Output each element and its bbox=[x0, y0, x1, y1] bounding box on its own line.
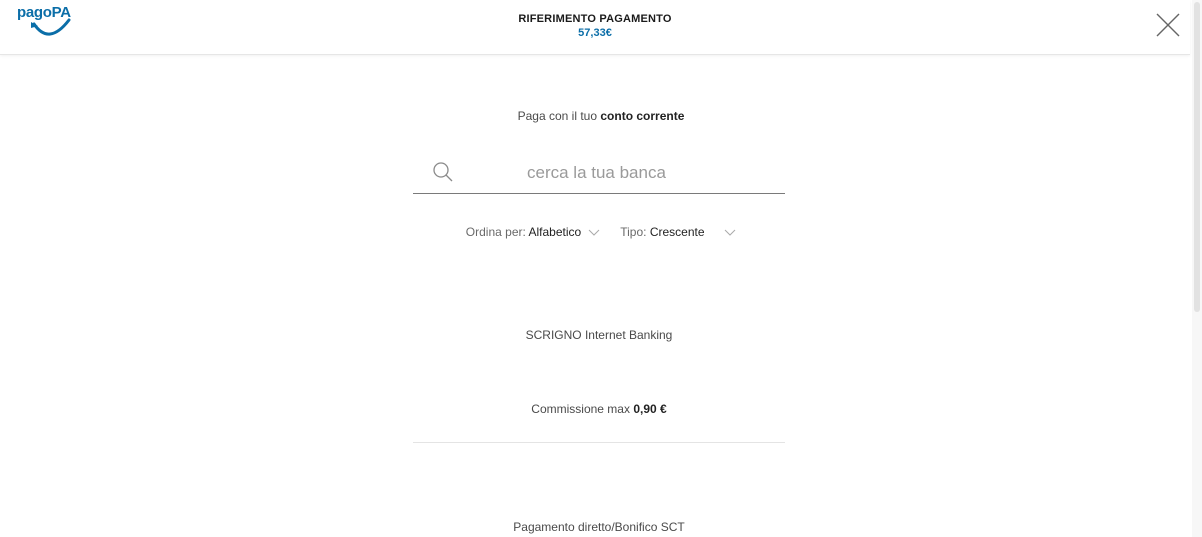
close-button[interactable] bbox=[1155, 12, 1181, 38]
header-bar: pagoPA RIFERIMENTO PAGAMENTO 57,33€ bbox=[0, 0, 1190, 55]
bank-item-scrigno[interactable]: SCRIGNO Internet Banking bbox=[413, 328, 785, 342]
payment-page: pagoPA RIFERIMENTO PAGAMENTO 57,33€ Paga… bbox=[0, 0, 1202, 537]
chevron-down-icon bbox=[588, 229, 599, 236]
intro-text: Paga con il tuo conto corrente bbox=[0, 109, 1202, 123]
payment-reference-title: RIFERIMENTO PAGAMENTO bbox=[518, 13, 672, 25]
vertical-scrollbar[interactable] bbox=[1192, 0, 1202, 537]
fee-label: Commissione max bbox=[531, 402, 630, 416]
order-by-value: Alfabetico bbox=[528, 225, 582, 239]
chevron-down-icon bbox=[724, 229, 736, 236]
order-by-label: Ordina per: bbox=[465, 225, 526, 239]
list-divider bbox=[413, 442, 785, 443]
close-icon bbox=[1156, 13, 1180, 37]
bank-name: SCRIGNO Internet Banking bbox=[525, 328, 673, 342]
fee-value: 0,90 € bbox=[633, 402, 667, 416]
bank-item-bonifico[interactable]: Pagamento diretto/Bonifico SCT bbox=[413, 520, 785, 534]
sort-type-select[interactable]: Tipo: Crescente bbox=[620, 225, 736, 239]
intro-bold: conto corrente bbox=[600, 109, 685, 123]
payment-amount: 57,33€ bbox=[578, 27, 612, 39]
payment-reference: RIFERIMENTO PAGAMENTO 57,33€ bbox=[0, 13, 1190, 41]
sort-type-value: Crescente bbox=[649, 225, 705, 239]
bank-search bbox=[413, 155, 785, 194]
bank-name: Pagamento diretto/Bonifico SCT bbox=[513, 520, 685, 534]
search-icon bbox=[433, 162, 453, 182]
search-input[interactable] bbox=[473, 157, 773, 189]
sort-controls: Ordina per: Alfabetico Tipo: Crescente bbox=[0, 225, 1202, 239]
intro-prefix: Paga con il tuo bbox=[517, 109, 598, 123]
order-by-select[interactable]: Ordina per: Alfabetico bbox=[466, 225, 600, 239]
sort-type-label: Tipo: bbox=[620, 225, 647, 239]
scrollbar-thumb[interactable] bbox=[1194, 2, 1200, 312]
bank-fee-row: Commissione max 0,90 € bbox=[413, 402, 785, 416]
bank-fee: Commissione max 0,90 € bbox=[413, 402, 785, 416]
